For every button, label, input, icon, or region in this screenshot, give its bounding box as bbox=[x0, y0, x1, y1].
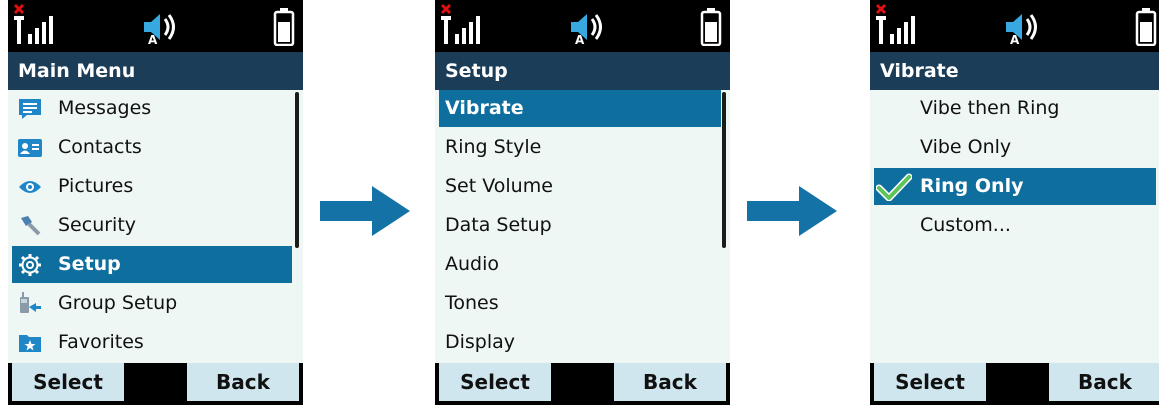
select-softkey[interactable]: Select bbox=[874, 363, 986, 401]
softkey-bar: Select Back bbox=[870, 363, 1159, 405]
arrow-right-icon bbox=[320, 186, 410, 236]
screen-title: Setup bbox=[435, 52, 730, 90]
eye-icon bbox=[19, 181, 41, 193]
scrollbar[interactable] bbox=[722, 92, 726, 248]
signal-no-service-icon bbox=[875, 3, 915, 44]
menu-item-display[interactable]: Display bbox=[439, 324, 721, 361]
option-label: Custom... bbox=[920, 214, 1011, 236]
menu-item-label: Tones bbox=[445, 292, 499, 314]
phone-screen-main-menu: A Main Menu Messages Contacts Pictures S… bbox=[8, 0, 303, 405]
softkey-bar: Select Back bbox=[435, 363, 730, 405]
menu-item-label: Display bbox=[445, 331, 516, 353]
menu-item-tones[interactable]: Tones bbox=[439, 285, 721, 322]
svg-text:A: A bbox=[148, 33, 158, 46]
menu-item-pictures[interactable]: Pictures bbox=[12, 168, 292, 205]
signal-no-service-icon bbox=[13, 3, 53, 44]
menu-item-ring-style[interactable]: Ring Style bbox=[439, 129, 721, 166]
back-softkey[interactable]: Back bbox=[187, 363, 299, 401]
option-vibe-then-ring[interactable]: Vibe then Ring bbox=[874, 90, 1156, 127]
menu-item-group-setup[interactable]: Group Setup bbox=[12, 285, 292, 322]
menu-list: Messages Contacts Pictures Security Setu… bbox=[8, 90, 303, 363]
menu-item-messages[interactable]: Messages bbox=[12, 90, 292, 127]
status-bar: A bbox=[435, 0, 730, 52]
menu-item-label: Audio bbox=[445, 253, 500, 275]
speaker-auto-icon: A bbox=[571, 14, 602, 46]
option-label: Ring Only bbox=[920, 175, 1024, 197]
option-vibe-only[interactable]: Vibe Only bbox=[874, 129, 1156, 166]
menu-item-set-volume[interactable]: Set Volume bbox=[439, 168, 721, 205]
favorites-folder-icon bbox=[19, 335, 41, 352]
speaker-auto-icon: A bbox=[1006, 14, 1037, 46]
scrollbar[interactable] bbox=[295, 92, 299, 248]
svg-text:A: A bbox=[1010, 33, 1020, 46]
menu-item-label: Data Setup bbox=[445, 214, 552, 236]
option-list: Vibe then Ring Vibe Only Ring Only Custo… bbox=[870, 90, 1159, 363]
select-softkey[interactable]: Select bbox=[439, 363, 551, 401]
battery-icon bbox=[700, 8, 722, 46]
menu-item-data-setup[interactable]: Data Setup bbox=[439, 207, 721, 244]
back-softkey[interactable]: Back bbox=[1049, 363, 1159, 401]
battery-icon bbox=[1135, 8, 1157, 46]
screen-title: Main Menu bbox=[8, 52, 303, 90]
battery-icon bbox=[273, 8, 295, 46]
key-icon bbox=[21, 216, 41, 236]
screen-title: Vibrate bbox=[870, 52, 1159, 90]
menu-item-setup[interactable]: Setup bbox=[12, 246, 292, 283]
menu-item-label: Ring Style bbox=[445, 136, 542, 158]
status-bar: A bbox=[8, 0, 303, 52]
menu-item-label: Messages bbox=[58, 97, 152, 119]
menu-item-favorites[interactable]: Favorites bbox=[12, 324, 292, 361]
select-softkey[interactable]: Select bbox=[12, 363, 124, 401]
menu-item-contacts[interactable]: Contacts bbox=[12, 129, 292, 166]
menu-item-label: Favorites bbox=[58, 331, 144, 353]
contact-card-icon bbox=[18, 139, 42, 157]
menu-item-label: Vibrate bbox=[445, 97, 524, 119]
phone-screen-vibrate: A Vibrate Vibe then Ring Vibe Only Ring … bbox=[870, 0, 1159, 405]
option-label: Vibe Only bbox=[920, 136, 1012, 158]
softkey-bar: Select Back bbox=[8, 363, 303, 405]
option-custom[interactable]: Custom... bbox=[874, 207, 1156, 244]
option-label: Vibe then Ring bbox=[920, 97, 1060, 119]
gear-icon bbox=[19, 254, 41, 276]
signal-no-service-icon bbox=[440, 3, 480, 44]
option-ring-only[interactable]: Ring Only bbox=[874, 168, 1156, 205]
arrow-right-icon bbox=[747, 186, 837, 236]
menu-item-audio[interactable]: Audio bbox=[439, 246, 721, 283]
menu-item-label: Security bbox=[58, 214, 137, 236]
svg-text:A: A bbox=[575, 33, 585, 46]
message-icon bbox=[19, 99, 41, 119]
status-bar: A bbox=[870, 0, 1159, 52]
menu-list: Vibrate Ring Style Set Volume Data Setup… bbox=[435, 90, 730, 363]
group-radio-icon bbox=[20, 292, 41, 313]
menu-item-vibrate[interactable]: Vibrate bbox=[439, 90, 721, 127]
checkmark-icon bbox=[876, 173, 912, 201]
back-softkey[interactable]: Back bbox=[614, 363, 726, 401]
menu-item-label: Group Setup bbox=[58, 292, 178, 314]
menu-item-label: Contacts bbox=[58, 136, 142, 158]
menu-item-security[interactable]: Security bbox=[12, 207, 292, 244]
menu-item-label: Set Volume bbox=[445, 175, 553, 197]
phone-screen-setup: A Setup Vibrate Ring Style Set Volume Da… bbox=[435, 0, 730, 405]
speaker-auto-icon: A bbox=[144, 14, 175, 46]
menu-item-label: Setup bbox=[58, 253, 121, 275]
menu-item-label: Pictures bbox=[58, 175, 134, 197]
